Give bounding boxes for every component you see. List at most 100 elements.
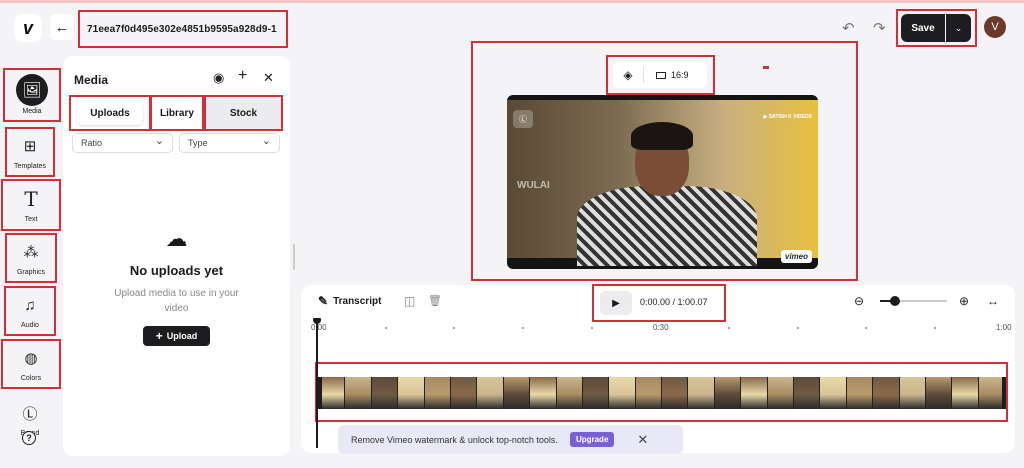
back-button[interactable]: ←	[50, 14, 74, 40]
rail-item-label: Audio	[21, 322, 39, 329]
image-icon: 🖼	[16, 74, 48, 106]
playback-controls: ▶ 0:00.00 / 1:00.07	[592, 284, 726, 322]
track-thumbnail	[714, 377, 742, 409]
canvas-toolbar-inner: ◈ 16:9	[613, 62, 707, 88]
close-icon[interactable]: ✕	[637, 432, 648, 448]
aspect-ratio-icon	[656, 71, 666, 79]
vimeo-logo-icon[interactable]: v	[14, 14, 42, 42]
ruler-tick	[453, 327, 455, 329]
tab-label: Stock	[229, 107, 258, 119]
ratio-select-value: Ratio	[81, 138, 103, 148]
upload-button[interactable]: + Upload	[143, 326, 210, 346]
track-thumbnail	[794, 377, 821, 409]
palette-icon: ◍	[24, 350, 38, 367]
panel-title: Media	[74, 73, 109, 87]
add-icon[interactable]: +	[238, 67, 247, 85]
track-thumbnail	[635, 377, 663, 409]
timecode: 0:00.00 / 1:00.07	[640, 297, 708, 307]
track-thumbnail	[450, 377, 478, 409]
track-thumbnail	[899, 377, 926, 409]
upgrade-banner-text: Remove Vimeo watermark & unlock top-notc…	[351, 434, 558, 445]
help-icon[interactable]: ?	[22, 431, 36, 445]
zoom-slider[interactable]	[880, 296, 947, 306]
track-thumbnail	[424, 377, 451, 409]
annotation-mark	[763, 66, 769, 69]
vimeo-watermark: vimeo	[780, 250, 812, 263]
save-button[interactable]: Save	[901, 14, 945, 42]
track-thumbnail	[477, 377, 504, 409]
ruler-tick	[591, 327, 593, 329]
ratio-select[interactable]: Ratio ⌄	[72, 133, 173, 153]
fit-timeline-icon[interactable]: ↔	[987, 294, 999, 308]
rail-item-label: Colors	[20, 375, 42, 382]
type-select[interactable]: Type ⌄	[179, 133, 280, 153]
ruler-tick	[385, 327, 387, 329]
save-group: Save ⌄	[896, 9, 977, 47]
video-frame: Ⓛ ▶ SATISH K VIDEOS WULAI	[507, 100, 818, 266]
rail-item-label: Text	[24, 216, 38, 223]
trash-icon[interactable]: 🗑	[428, 294, 442, 307]
transcript-label: Transcript	[333, 295, 382, 307]
zoom-slider-handle[interactable]	[889, 296, 900, 306]
music-note-icon: ♫	[24, 296, 36, 314]
chevron-down-icon: ⌄	[154, 134, 164, 147]
upgrade-button[interactable]: Upgrade	[569, 432, 615, 447]
video-preview[interactable]: Ⓛ ▶ SATISH K VIDEOS WULAI vimeo	[507, 95, 818, 269]
close-icon[interactable]: ✕	[263, 70, 274, 86]
ruler-tick	[522, 327, 524, 329]
track-thumbnail	[688, 377, 715, 409]
track-trim-handle-right[interactable]	[1002, 377, 1006, 409]
tab-uploads[interactable]: Uploads	[69, 95, 151, 131]
rail-item-media[interactable]: 🖼 Media	[3, 68, 61, 122]
rail-item-graphics[interactable]: ⁂ Graphics	[5, 233, 57, 283]
arrow-left-icon: ←	[54, 18, 70, 36]
zoom-out-icon[interactable]: ⊖	[854, 294, 864, 308]
playhead[interactable]	[313, 318, 321, 448]
redo-icon[interactable]: ↷	[873, 19, 886, 37]
upload-button-label: Upload	[166, 331, 198, 341]
transcript-icon: ✎	[318, 294, 329, 308]
rail-item-colors[interactable]: ◍ Colors	[1, 339, 61, 389]
track-thumbnail	[530, 377, 557, 409]
video-subject-body	[577, 186, 757, 266]
empty-state-subtitle: Upload media to use in your video	[114, 288, 239, 314]
aspect-ratio-button[interactable]: 16:9	[671, 70, 689, 80]
ruler-tick	[797, 327, 799, 329]
paint-bucket-icon[interactable]: ◈	[613, 68, 643, 82]
ruler-tick	[865, 327, 867, 329]
tab-stock[interactable]: Stock	[204, 95, 283, 131]
toolbar-divider	[643, 67, 644, 83]
video-track[interactable]	[319, 377, 1005, 409]
canvas-stage: ◈ 16:9 Ⓛ ▶ SATISH K VIDEOS WULAI vimeo	[471, 41, 858, 281]
track-thumbnail	[609, 377, 636, 409]
avatar[interactable]: V	[984, 16, 1006, 38]
track-thumbnail	[556, 377, 583, 409]
ruler-label-end: 1:00	[996, 323, 1012, 332]
ruler-tick	[728, 327, 730, 329]
ruler-label-start: 0:00	[311, 323, 327, 332]
project-title[interactable]: 71eea7f0d495e302e4851b9595a928d9-1	[78, 10, 288, 48]
rail-item-templates[interactable]: ⊞ Templates	[5, 127, 55, 177]
type-select-value: Type	[188, 138, 208, 148]
empty-state-title: No uploads yet	[129, 263, 224, 278]
track-thumbnail	[319, 377, 346, 409]
rail-item-text[interactable]: T Text	[1, 179, 61, 231]
track-thumbnail	[767, 377, 795, 409]
split-icon[interactable]: ◫	[404, 294, 415, 308]
zoom-in-icon[interactable]: ⊕	[959, 294, 969, 308]
upgrade-banner: Remove Vimeo watermark & unlock top-notc…	[338, 425, 683, 454]
transcript-button[interactable]: ✎ Transcript	[318, 294, 381, 308]
play-button[interactable]: ▶	[600, 291, 632, 315]
tab-library[interactable]: Library	[150, 95, 204, 131]
undo-icon[interactable]: ↶	[842, 19, 855, 37]
rail-item-audio[interactable]: ♫ Audio	[4, 286, 56, 336]
track-thumbnail	[371, 377, 399, 409]
track-thumbnail	[503, 377, 531, 409]
save-dropdown-button[interactable]: ⌄	[946, 14, 971, 42]
video-subject-hair	[631, 122, 693, 150]
track-trim-handle-left[interactable]	[318, 377, 322, 409]
panel-resize-handle[interactable]	[293, 244, 295, 270]
video-watermark: WULAI	[517, 180, 550, 191]
ruler-label-mid: 0:30	[653, 323, 669, 332]
record-icon[interactable]: ◉	[213, 70, 224, 86]
